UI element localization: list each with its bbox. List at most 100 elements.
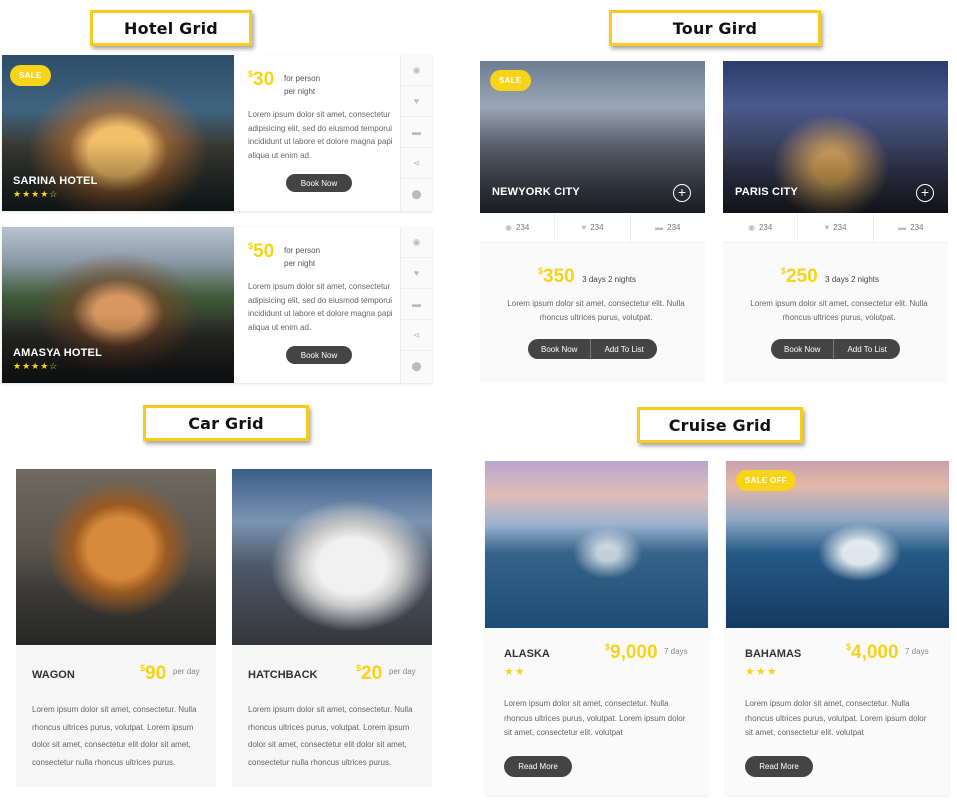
cruise-card: SALE OFF BAHAMAS ★★★ $4,000 7 days Lorem… [726, 461, 949, 795]
hotel-info: $50 for person per night Lorem ipsum dol… [234, 227, 400, 383]
hotel-action-bar: ◉ ♥ ▬ ⋖ ⬤ [400, 55, 432, 211]
car-card: WAGON $90 per day Lorem ipsum dolor sit … [16, 469, 216, 787]
heart-icon[interactable]: ♥ [824, 223, 829, 232]
cruise-description: Lorem ipsum dolor sit amet, consectetur.… [745, 699, 927, 737]
price-unit: for person per night [284, 244, 320, 270]
cruise-name[interactable]: BAHAMAS [745, 648, 801, 660]
cruise-price: $4,000 [846, 642, 899, 664]
comment-icon[interactable]: ▬ [401, 289, 432, 320]
hotel-card: SALE SARINA HOTEL ★★★★☆ $30 for person p… [2, 55, 432, 211]
eye-icon: ◉ [747, 223, 755, 232]
cruise-grid-label: Cruise Grid [637, 407, 803, 443]
tour-stats: ◉ 234 ♥ 234 ▬ 234 [723, 213, 948, 243]
price-value: 50 [253, 241, 275, 262]
hotel-name[interactable]: SARINA HOTEL [13, 175, 98, 187]
car-price: $20 [356, 663, 382, 685]
cruise-image[interactable] [485, 461, 708, 628]
cruise-price: $9,000 [605, 642, 658, 664]
car-grid-label: Car Grid [143, 405, 309, 441]
plus-icon[interactable]: + [916, 184, 934, 202]
tour-actions: Book Now Add To List [771, 339, 900, 359]
book-now-button[interactable]: Book Now [528, 339, 590, 359]
rating-stars: ★★★★☆ [13, 189, 59, 199]
likes-count: 234 [833, 223, 847, 232]
comments-count: 234 [910, 223, 924, 232]
tour-grid-label: Tour Gird [609, 10, 821, 46]
likes-stat[interactable]: ♥ 234 [798, 213, 874, 242]
hotel-card: AMASYA HOTEL ★★★★☆ $50 for person per ni… [2, 227, 432, 383]
comment-icon[interactable]: ▬ [655, 223, 663, 232]
car-price: $90 [140, 663, 166, 685]
views-count: 234 [515, 223, 530, 232]
price-unit: for person per night [284, 72, 320, 98]
tour-price: $350 3 days 2 nights [538, 266, 636, 288]
plus-icon[interactable]: + [673, 184, 691, 202]
views-count: 234 [758, 223, 773, 232]
tour-price: $250 3 days 2 nights [781, 266, 879, 288]
price-value: 250 [786, 266, 818, 287]
likes-count: 234 [590, 223, 604, 232]
comments-stat[interactable]: ▬ 234 [631, 213, 705, 242]
tour-duration: 3 days 2 nights [825, 275, 879, 284]
price-unit-line2: per night [284, 87, 316, 96]
car-body: HATCHBACK $20 per day Lorem ipsum dolor … [232, 645, 432, 787]
tour-name[interactable]: NEWYORK CITY [492, 186, 580, 198]
comments-stat[interactable]: ▬ 234 [874, 213, 948, 242]
car-card: HATCHBACK $20 per day Lorem ipsum dolor … [232, 469, 432, 787]
hotel-description: Lorem ipsum dolor sit amet, consectetur … [248, 282, 393, 332]
price: $50 [248, 241, 274, 263]
views-stat: ◉ 234 [480, 213, 556, 242]
hotel-image[interactable]: SALE SARINA HOTEL ★★★★☆ [2, 55, 234, 211]
car-body: WAGON $90 per day Lorem ipsum dolor sit … [16, 645, 216, 787]
sale-badge: SALE [10, 65, 51, 86]
price-unit: per day [389, 667, 416, 676]
car-name[interactable]: WAGON [32, 669, 75, 681]
heart-icon[interactable]: ♥ [401, 86, 432, 117]
likes-stat[interactable]: ♥ 234 [555, 213, 631, 242]
hotel-name[interactable]: AMASYA HOTEL [13, 347, 102, 359]
add-to-list-button[interactable]: Add To List [590, 339, 656, 359]
cruise-image[interactable]: SALE OFF [726, 461, 949, 628]
tour-image[interactable]: SALE NEWYORK CITY + [480, 61, 705, 213]
cruise-name[interactable]: ALASKA [504, 648, 550, 660]
cruise-description: Lorem ipsum dolor sit amet, consectetur.… [504, 699, 686, 737]
eye-icon[interactable]: ◉ [401, 227, 432, 258]
sale-off-badge: SALE OFF [736, 470, 796, 491]
add-to-list-button[interactable]: Add To List [833, 339, 899, 359]
price-unit-line1: for person [284, 74, 321, 83]
book-now-button[interactable]: Book Now [286, 346, 352, 364]
rating-stars: ★★★★☆ [13, 361, 59, 371]
car-description: Lorem ipsum dolor sit amet, consectetur.… [248, 705, 413, 767]
heart-icon[interactable]: ♥ [401, 258, 432, 289]
hotel-description: Lorem ipsum dolor sit amet, consectetur … [248, 110, 393, 160]
map-pin-icon[interactable]: ⬤ [401, 179, 432, 210]
tour-name[interactable]: PARIS CITY [735, 186, 798, 198]
eye-icon[interactable]: ◉ [401, 55, 432, 86]
hotel-grid-label: Hotel Grid [90, 10, 252, 46]
rating-stars: ★★ [504, 666, 526, 678]
book-now-button[interactable]: Book Now [771, 339, 833, 359]
car-image[interactable] [232, 469, 432, 645]
read-more-button[interactable]: Read More [504, 756, 572, 777]
read-more-button[interactable]: Read More [745, 756, 813, 777]
cruise-duration: 7 days [664, 647, 688, 656]
tour-image[interactable]: PARIS CITY + [723, 61, 948, 213]
price-unit-line2: per night [284, 259, 316, 268]
cruise-card: ALASKA ★★ $9,000 7 days Lorem ipsum dolo… [485, 461, 708, 795]
price: $30 [248, 69, 274, 91]
comment-icon[interactable]: ▬ [401, 117, 432, 148]
map-pin-icon[interactable]: ⬤ [401, 351, 432, 382]
tour-stats: ◉ 234 ♥ 234 ▬ 234 [480, 213, 705, 243]
heart-icon[interactable]: ♥ [581, 223, 586, 232]
comment-icon[interactable]: ▬ [898, 223, 906, 232]
car-name[interactable]: HATCHBACK [248, 669, 317, 681]
hotel-image[interactable]: AMASYA HOTEL ★★★★☆ [2, 227, 234, 383]
book-now-button[interactable]: Book Now [286, 174, 352, 192]
car-image[interactable] [16, 469, 216, 645]
price-unit-line1: for person [284, 246, 321, 255]
car-description: Lorem ipsum dolor sit amet, consectetur.… [32, 705, 197, 767]
share-icon[interactable]: ⋖ [401, 320, 432, 351]
share-icon[interactable]: ⋖ [401, 148, 432, 179]
hotel-info: $30 for person per night Lorem ipsum dol… [234, 55, 400, 211]
price-value: 350 [543, 266, 575, 287]
